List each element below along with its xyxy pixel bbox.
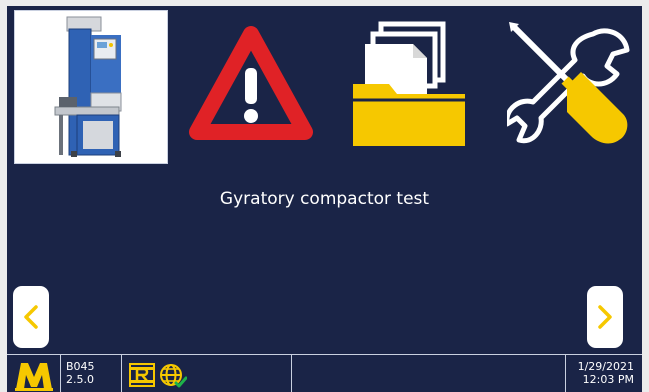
status-separator bbox=[291, 355, 292, 392]
warning-triangle-icon bbox=[189, 26, 313, 140]
version-label: 2.5.0 bbox=[66, 373, 94, 386]
gyratory-compactor-machine-image bbox=[15, 11, 167, 163]
chevron-right-icon bbox=[598, 305, 612, 329]
status-separator bbox=[60, 355, 61, 392]
globe-connected-icon[interactable] bbox=[159, 363, 188, 392]
files-tile[interactable] bbox=[351, 20, 471, 148]
tools-tile[interactable] bbox=[507, 20, 631, 150]
previous-button[interactable] bbox=[13, 286, 49, 348]
time-label: 12:03 PM bbox=[582, 373, 634, 386]
machine-tile[interactable] bbox=[14, 10, 168, 164]
screen: Gyratory compactor test B045 2.5.0 1/29/… bbox=[7, 6, 642, 392]
model-label: B045 bbox=[66, 360, 95, 373]
chevron-left-icon bbox=[24, 305, 38, 329]
version-info: B045 2.5.0 bbox=[66, 360, 95, 386]
warning-tile[interactable] bbox=[187, 24, 315, 144]
next-button[interactable] bbox=[587, 286, 623, 348]
r-logo-icon[interactable] bbox=[129, 363, 155, 391]
date-time: 1/29/2021 12:03 PM bbox=[578, 360, 634, 386]
status-separator bbox=[121, 355, 122, 392]
status-separator bbox=[565, 355, 566, 392]
m-logo-icon bbox=[15, 361, 53, 392]
folder-files-icon bbox=[353, 21, 465, 146]
wrench-screwdriver-icon bbox=[507, 22, 630, 144]
status-bar: B045 2.5.0 1/29/2021 12:03 PM bbox=[7, 354, 642, 392]
date-label: 1/29/2021 bbox=[577, 360, 634, 373]
selected-test-caption: Gyratory compactor test bbox=[219, 189, 430, 209]
